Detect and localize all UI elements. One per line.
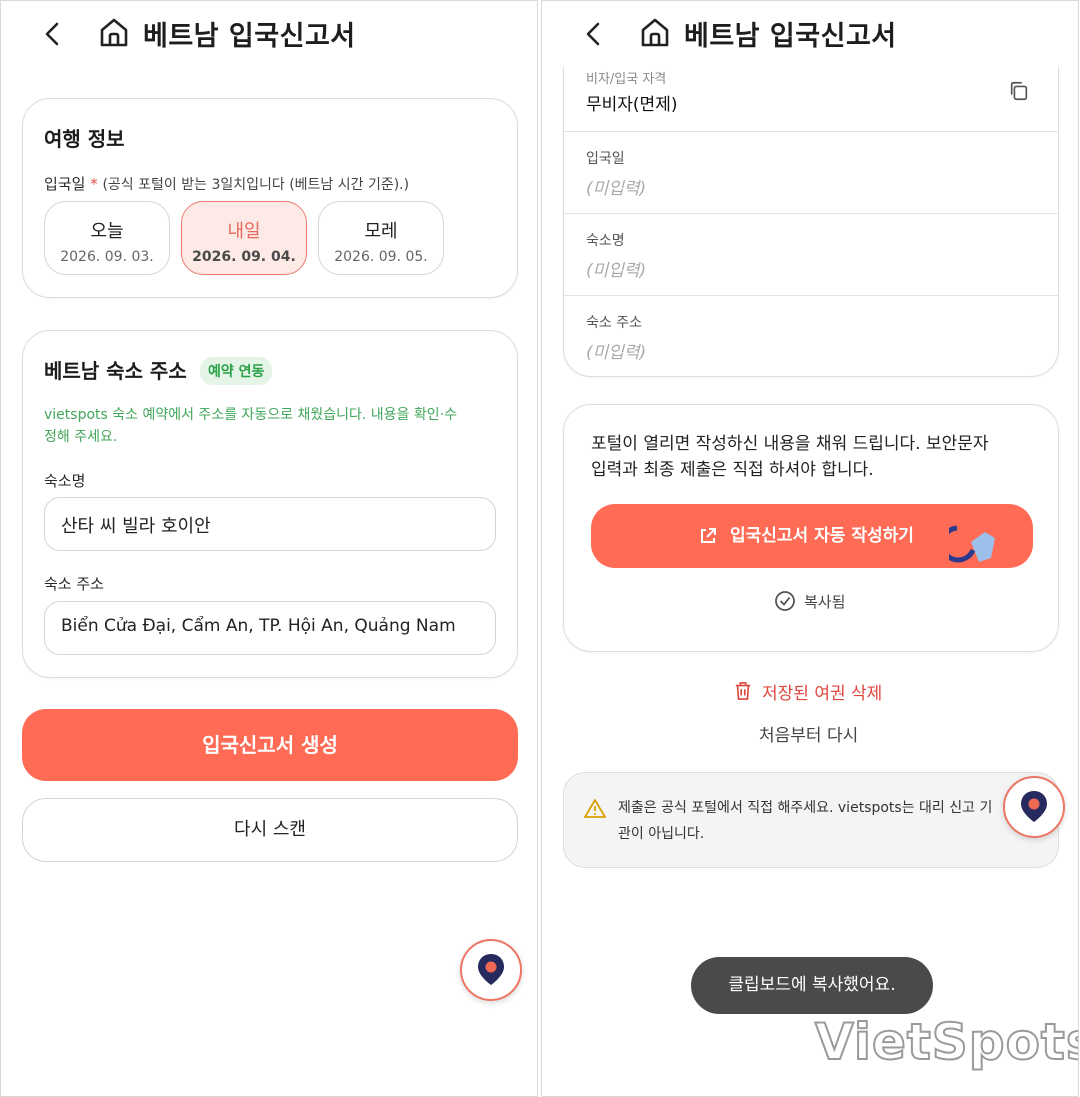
accommodation-name-field[interactable]: 산타 씨 빌라 호이안 bbox=[44, 497, 496, 551]
entry-date-label: 입국일 * (공식 포털이 받는 3일치입니다 (베트남 시간 기준).) bbox=[44, 175, 410, 193]
date-option-date: 2026. 09. 04. bbox=[192, 249, 296, 265]
accommodation-card: 베트남 숙소 주소 예약 연동 vietspots 숙소 예약에서 주소를 자동… bbox=[22, 330, 518, 678]
check-circle-icon bbox=[775, 591, 795, 611]
travel-info-title: 여행 정보 bbox=[44, 127, 125, 151]
row-value-empty: (미입력) bbox=[586, 343, 647, 363]
date-option-today[interactable]: 오늘 2026. 09. 03. bbox=[44, 201, 170, 275]
booking-linked-badge: 예약 연동 bbox=[200, 357, 273, 385]
entry-date-row: 입국일 (미입력) bbox=[564, 132, 1058, 214]
row-label: 숙소 주소 bbox=[586, 315, 642, 331]
page-title: 베트남 입국신고서 bbox=[684, 21, 897, 52]
date-option-day-after[interactable]: 모레 2026. 09. 05. bbox=[318, 201, 444, 275]
app-bar: 베트남 입국신고서 bbox=[1, 1, 537, 67]
vietspots-watermark: VietSpots bbox=[814, 1012, 1079, 1072]
visa-value: 무비자(면제) bbox=[586, 95, 678, 115]
left-screen: 베트남 입국신고서 여행 정보 입국일 * (공식 포털이 받는 3일치입니다 … bbox=[0, 0, 538, 1097]
vietspots-fab[interactable] bbox=[460, 939, 522, 1001]
autofill-note: vietspots 숙소 예약에서 주소를 자동으로 채웠습니다. 내용을 확인… bbox=[44, 407, 457, 445]
portal-info-card: 포털이 열리면 작성하신 내용을 채워 드립니다. 보안문자 입력과 최종 제출… bbox=[563, 404, 1059, 652]
page-title: 베트남 입국신고서 bbox=[143, 21, 356, 52]
generate-form-button[interactable]: 입국신고서 생성 bbox=[22, 709, 518, 781]
row-value-empty: (미입력) bbox=[586, 179, 647, 199]
portal-info-text: 포털이 열리면 작성하신 내용을 채워 드립니다. 보안문자 입력과 최종 제출… bbox=[591, 434, 989, 480]
date-option-date: 2026. 09. 03. bbox=[60, 249, 154, 265]
back-arrow-icon[interactable] bbox=[580, 19, 608, 49]
accommodation-name-label: 숙소명 bbox=[44, 472, 86, 490]
trash-icon bbox=[735, 682, 751, 700]
copy-icon[interactable] bbox=[1008, 80, 1030, 102]
entry-date-hint: (공식 포털이 받는 3일치입니다 (베트남 시간 기준).) bbox=[102, 177, 410, 193]
map-pin-icon bbox=[478, 954, 504, 985]
accommodation-title: 베트남 숙소 주소 bbox=[44, 359, 187, 383]
accommodation-name-row: 숙소명 (미입력) bbox=[564, 214, 1058, 296]
autofill-form-button[interactable]: 입국신고서 자동 작성하기 bbox=[591, 504, 1033, 568]
visa-label: 비자/입국 자격 bbox=[586, 72, 667, 87]
back-arrow-icon[interactable] bbox=[39, 19, 67, 49]
warning-icon bbox=[584, 799, 606, 818]
date-option-label: 오늘 bbox=[90, 221, 124, 242]
travel-info-card: 여행 정보 입국일 * (공식 포털이 받는 3일치입니다 (베트남 시간 기준… bbox=[22, 98, 518, 298]
vietspots-fab[interactable] bbox=[1003, 776, 1065, 838]
external-link-icon bbox=[701, 528, 716, 543]
home-icon[interactable] bbox=[97, 15, 131, 49]
row-label: 숙소명 bbox=[586, 233, 625, 249]
rescan-button[interactable]: 다시 스캔 bbox=[22, 798, 518, 862]
restart-link[interactable]: 처음부터 다시 bbox=[759, 721, 858, 746]
row-value-empty: (미입력) bbox=[586, 261, 647, 281]
warning-box: 제출은 공식 포털에서 직접 해주세요. vietspots는 대리 신고 기 … bbox=[563, 772, 1059, 868]
home-icon[interactable] bbox=[638, 15, 672, 49]
map-pin-icon bbox=[1021, 791, 1047, 822]
date-option-date: 2026. 09. 05. bbox=[334, 249, 428, 265]
autofill-label: 입국신고서 자동 작성하기 bbox=[730, 526, 914, 546]
clipboard-toast: 클립보드에 복사했어요. bbox=[691, 957, 933, 1014]
warning-text: 제출은 공식 포털에서 직접 해주세요. vietspots는 대리 신고 기 … bbox=[618, 800, 993, 842]
app-bar: 베트남 입국신고서 bbox=[542, 1, 1078, 67]
right-screen: 베트남 입국신고서 비자/입국 자격 무비자(면제) 입국일 (미입력) 숙소명… bbox=[541, 0, 1079, 1097]
row-label: 입국일 bbox=[586, 151, 625, 167]
tap-cursor-icon bbox=[949, 525, 995, 563]
date-option-label: 모레 bbox=[364, 221, 398, 242]
required-mark: * bbox=[90, 175, 98, 193]
date-option-tomorrow[interactable]: 내일 2026. 09. 04. bbox=[181, 201, 307, 275]
accommodation-address-row: 숙소 주소 (미입력) bbox=[564, 296, 1058, 376]
summary-card: 비자/입국 자격 무비자(면제) 입국일 (미입력) 숙소명 (미입력) 숙소 … bbox=[563, 21, 1059, 377]
date-option-label: 내일 bbox=[227, 221, 261, 242]
accommodation-address-field[interactable]: Biển Cửa Đại, Cẩm An, TP. Hội An, Quảng … bbox=[44, 601, 496, 655]
accommodation-address-label: 숙소 주소 bbox=[44, 575, 104, 593]
